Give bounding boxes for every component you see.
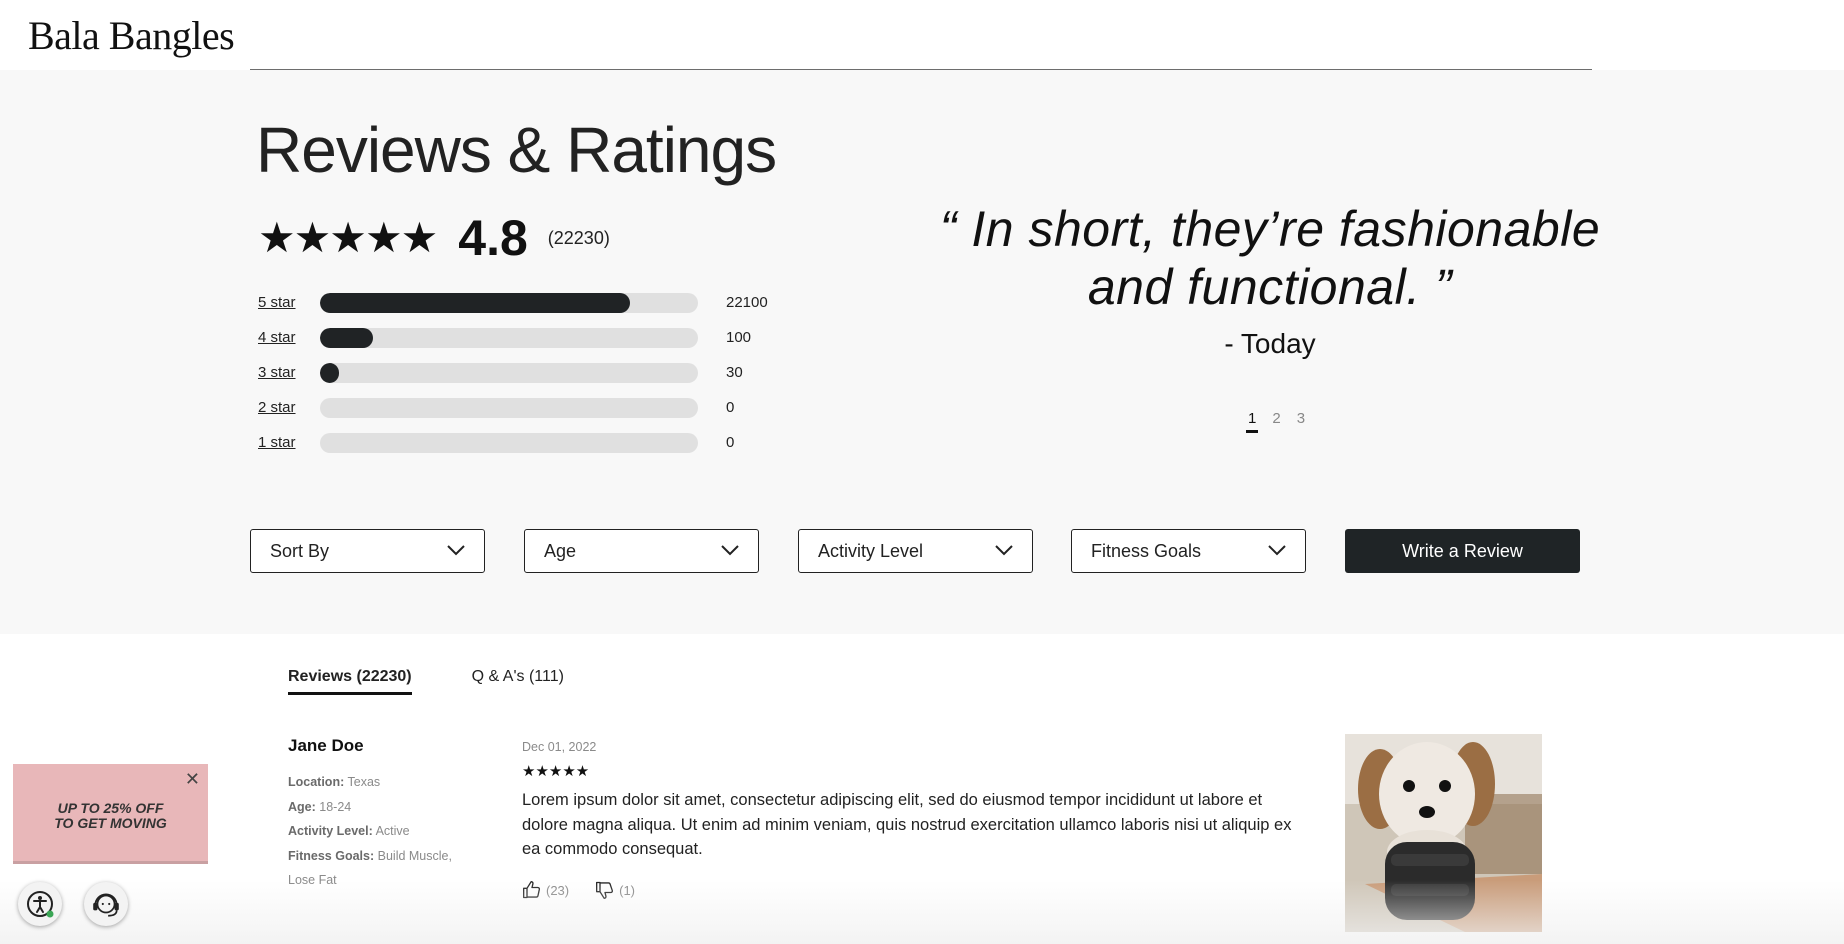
page-title: Reviews & Ratings — [256, 114, 777, 186]
rating-row-count: 100 — [726, 329, 752, 346]
press-quote: “ In short, they’re fashionable and func… — [930, 200, 1610, 360]
thumbs-up-icon — [523, 881, 541, 899]
helpful-vote-button[interactable]: (23) — [522, 880, 569, 900]
rating-row-2[interactable]: 2 star 0 — [258, 397, 818, 419]
overall-stars-icon: ★★★★★ — [258, 214, 438, 261]
rating-bar-track — [320, 433, 698, 453]
site-header: Bala Bangles — [0, 0, 1844, 70]
close-quote-mark: ” — [1435, 259, 1453, 315]
open-quote-mark: “ — [939, 201, 957, 257]
sort-by-select[interactable]: Sort By — [250, 529, 485, 573]
rating-bar-track — [320, 363, 698, 383]
rating-bar-fill — [320, 328, 373, 348]
quote-pagination: 1 2 3 — [1246, 410, 1307, 433]
promo-line-1: UP TO 25% OFF — [57, 800, 164, 816]
rating-row-label[interactable]: 5 star — [258, 294, 296, 311]
promo-text: UP TO 25% OFF TO GET MOVING — [13, 801, 208, 831]
accessibility-button[interactable] — [18, 882, 62, 926]
brand-logo[interactable]: Bala Bangles — [28, 12, 235, 59]
rating-row-3[interactable]: 3 star 30 — [258, 362, 818, 384]
quote-author: - Today — [1224, 328, 1316, 359]
quote-body: In short, they’re fashionable and functi… — [971, 201, 1601, 315]
rating-row-count: 30 — [726, 364, 743, 381]
unhelpful-vote-button[interactable]: (1) — [595, 880, 635, 900]
rating-bar-track — [320, 398, 698, 418]
thumbs-down-icon — [596, 881, 614, 899]
chevron-down-icon — [447, 545, 465, 556]
rating-bar-track — [320, 328, 698, 348]
unhelpful-count: (1) — [619, 882, 636, 898]
rating-bar-fill — [320, 363, 339, 383]
quote-page-1[interactable]: 1 — [1246, 410, 1259, 433]
rating-row-label[interactable]: 1 star — [258, 434, 296, 451]
reviewer-activity: Activity Level: Active — [288, 824, 410, 838]
close-icon[interactable]: ✕ — [185, 770, 200, 788]
rating-row-5[interactable]: 5 star 22100 — [258, 292, 818, 314]
write-review-button[interactable]: Write a Review — [1345, 529, 1580, 573]
review-tabs: Reviews (22230) Q & A's (111) — [288, 668, 564, 695]
rating-row-count: 22100 — [726, 294, 768, 311]
review-item: Jane Doe Location: Texas Age: 18-24 Acti… — [288, 734, 1588, 944]
review-date: Dec 01, 2022 — [522, 740, 597, 754]
activity-level-select[interactable]: Activity Level — [798, 529, 1033, 573]
reviews-summary-section: Reviews & Ratings ★★★★★ 4.8 (22230) 5 st… — [0, 70, 1844, 634]
reviewer-age: Age: 18-24 — [288, 799, 352, 814]
reviewer-name: Jane Doe — [288, 736, 364, 755]
chevron-down-icon — [1268, 545, 1286, 556]
headset-icon — [93, 893, 119, 917]
rating-row-label[interactable]: 3 star — [258, 364, 296, 381]
support-chat-button[interactable] — [84, 882, 128, 926]
promo-popup[interactable]: ✕ UP TO 25% OFF TO GET MOVING — [13, 764, 208, 864]
accessibility-icon — [27, 891, 54, 918]
rating-row-count: 0 — [726, 434, 735, 451]
age-select[interactable]: Age — [524, 529, 759, 573]
review-votes: (23) (1) — [522, 880, 635, 900]
rating-row-count: 0 — [726, 399, 735, 416]
tab-qa[interactable]: Q & A's (111) — [472, 668, 564, 695]
dog-photo-image — [1345, 734, 1542, 932]
rating-bar-fill — [320, 293, 630, 313]
activity-level-label: Activity Level — [818, 541, 924, 561]
promo-line-2: TO GET MOVING — [54, 815, 167, 831]
reviewer-location: Location: Texas — [288, 775, 381, 789]
review-total-count: (22230) — [547, 227, 610, 248]
reviewer-meta: Location: Texas Age: 18-24 Activity Leve… — [288, 770, 463, 893]
quote-page-2[interactable]: 2 — [1270, 410, 1282, 433]
review-stars-icon: ★★★★★ — [522, 763, 590, 780]
fitness-goals-label: Fitness Goals — [1091, 541, 1202, 561]
sort-by-label: Sort By — [270, 541, 330, 561]
rating-bar-track — [320, 293, 698, 313]
overall-rating: ★★★★★ 4.8 (22230) — [258, 208, 610, 268]
average-rating: 4.8 — [458, 210, 528, 266]
review-photo[interactable] — [1345, 734, 1542, 932]
quote-page-3[interactable]: 3 — [1295, 410, 1307, 433]
fitness-goals-select[interactable]: Fitness Goals — [1071, 529, 1306, 573]
review-body: Lorem ipsum dolor sit amet, consectetur … — [522, 791, 1292, 858]
helpful-count: (23) — [546, 882, 570, 898]
rating-row-label[interactable]: 4 star — [258, 329, 296, 346]
chevron-down-icon — [721, 545, 739, 556]
quote-text: “ In short, they’re fashionable and func… — [930, 200, 1610, 316]
tab-reviews[interactable]: Reviews (22230) — [288, 668, 412, 695]
rating-row-4[interactable]: 4 star 100 — [258, 327, 818, 349]
chevron-down-icon — [995, 545, 1013, 556]
rating-row-1[interactable]: 1 star 0 — [258, 432, 818, 454]
reviewer-goals: Fitness Goals: Build Muscle, Lose Fat — [288, 848, 452, 888]
age-label: Age — [544, 541, 577, 561]
rating-row-label[interactable]: 2 star — [258, 399, 296, 416]
